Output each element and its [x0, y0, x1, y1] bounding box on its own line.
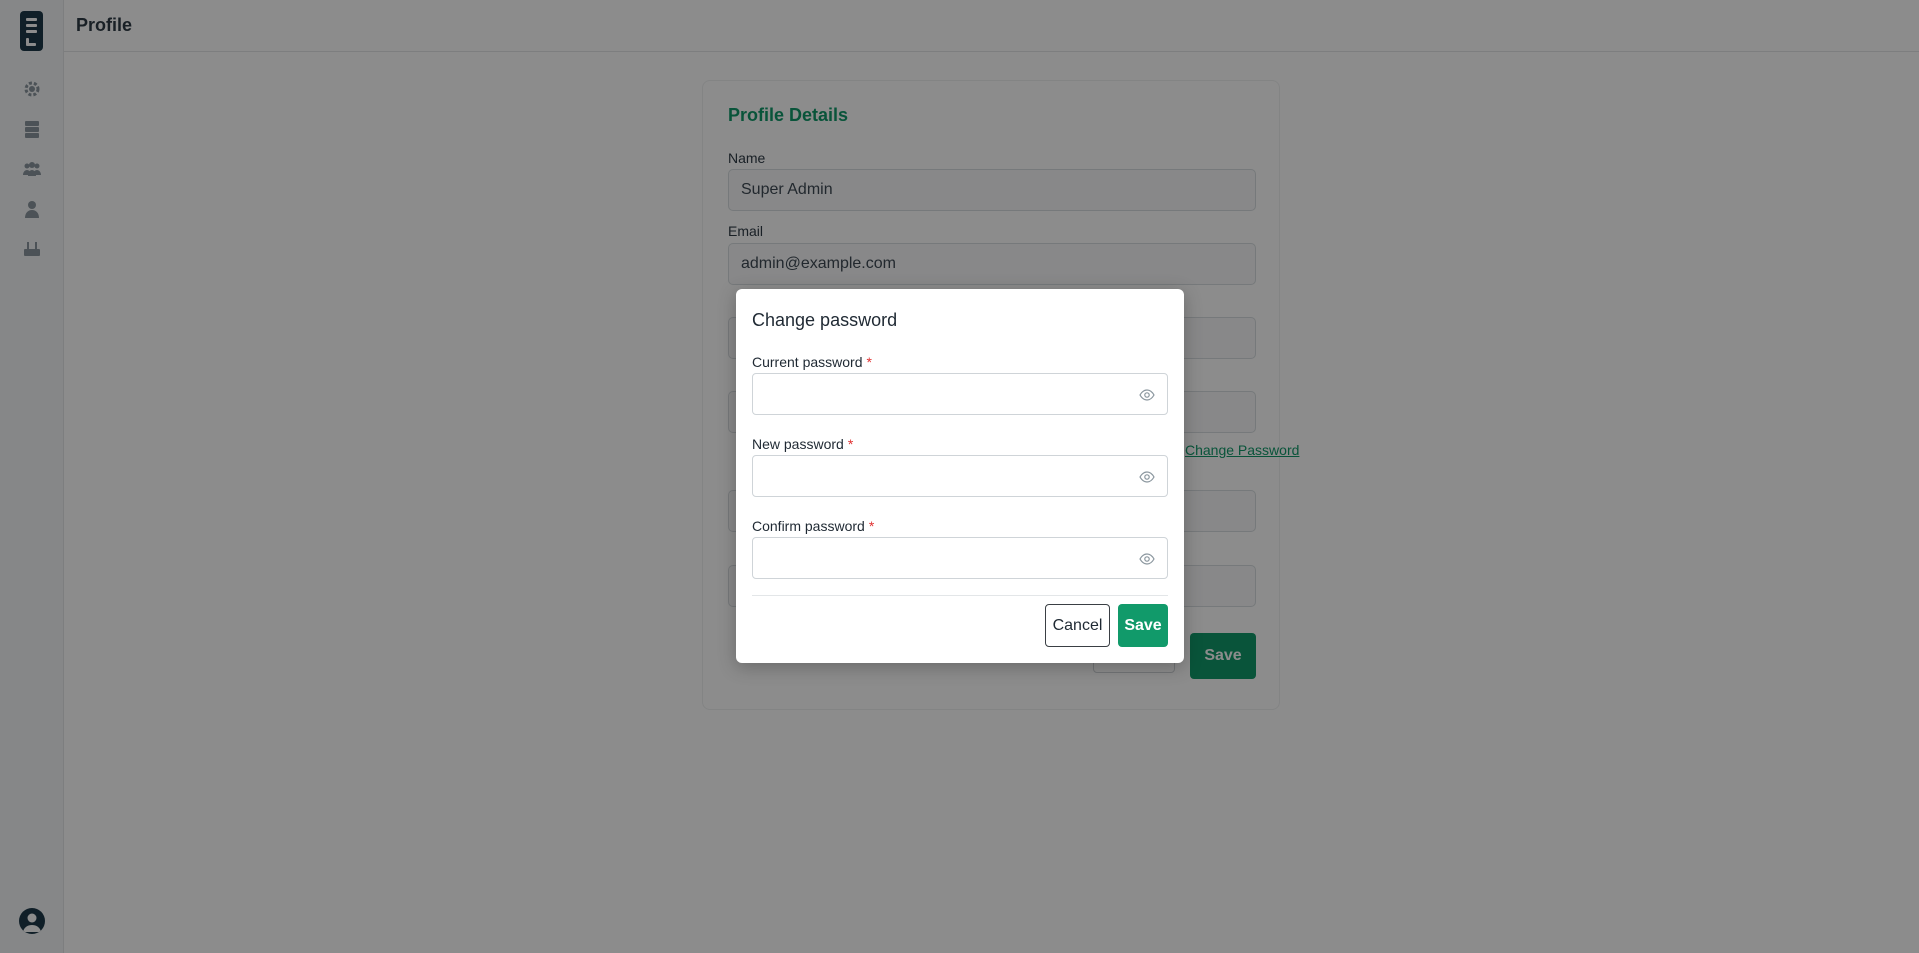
dialog-title: Change password	[752, 310, 898, 330]
save-button[interactable]: Save	[1118, 604, 1168, 647]
cancel-button[interactable]: Cancel	[1045, 604, 1110, 647]
confirm-password-label: Confirm password *	[752, 518, 875, 534]
current-password-input[interactable]	[752, 373, 1168, 415]
show-password-icon[interactable]	[1139, 551, 1155, 567]
change-password-dialog: Change password Current password * New pa…	[736, 289, 1184, 663]
new-password-label: New password *	[752, 436, 854, 452]
confirm-password-input[interactable]	[752, 537, 1168, 579]
current-password-label: Current password *	[752, 354, 872, 370]
dialog-divider	[752, 595, 1168, 596]
show-password-icon[interactable]	[1139, 469, 1155, 485]
show-password-icon[interactable]	[1139, 387, 1155, 403]
new-password-input[interactable]	[752, 455, 1168, 497]
